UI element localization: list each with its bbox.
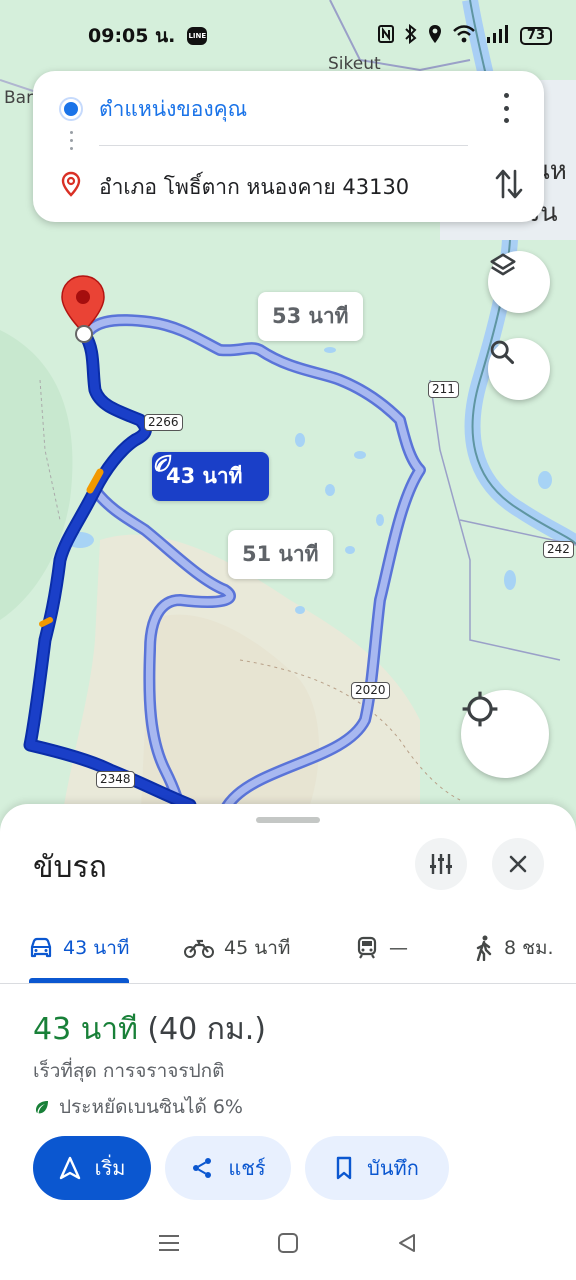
tab-drive-label: 43 นาที — [63, 937, 130, 959]
bluetooth-icon — [404, 23, 418, 49]
fields-divider — [99, 145, 468, 146]
train-icon — [357, 936, 377, 959]
battery-icon: 73 — [519, 27, 552, 45]
road-shield: 2020 — [351, 682, 390, 699]
search-icon — [490, 340, 515, 365]
tab-walk-label: 8 ชม. — [504, 937, 554, 959]
leaf-icon — [36, 1101, 48, 1114]
route-distance: (40 กม.) — [147, 1012, 266, 1047]
nfc-icon — [377, 24, 394, 48]
destination-field[interactable]: อำเภอ โพธิ์ตาก หนองคาย 43130 — [99, 171, 409, 204]
home-square-icon — [277, 1233, 298, 1253]
start-button[interactable]: เริ่ม — [33, 1136, 151, 1200]
route-connector-icon — [70, 131, 73, 155]
tab-transit[interactable]: — — [355, 922, 408, 974]
navigation-arrow-icon — [59, 1156, 80, 1180]
back-nav-button[interactable] — [396, 1232, 418, 1258]
your-location-dot-icon — [61, 99, 81, 119]
swap-button[interactable] — [494, 167, 524, 205]
walk-icon — [476, 935, 492, 961]
menu-icon — [159, 1235, 180, 1251]
location-icon — [428, 24, 442, 49]
eco-text: ประหยัดเบนซินได้ 6% — [59, 1096, 243, 1118]
start-label: เริ่ม — [94, 1156, 126, 1180]
swap-icon — [495, 169, 523, 199]
alt-route-bubble[interactable]: 51 นาที — [228, 530, 333, 579]
recents-nav-button[interactable] — [158, 1233, 180, 1257]
sheet-title: ขับรถ — [33, 850, 107, 885]
home-nav-button[interactable] — [277, 1232, 299, 1258]
share-label: แชร์ — [228, 1156, 266, 1180]
route-options-button[interactable] — [415, 838, 467, 890]
route-duration: 43 นาที — [33, 1012, 138, 1047]
back-triangle-icon — [398, 1234, 415, 1252]
motorcycle-icon — [184, 939, 214, 958]
route-eco-info: ประหยัดเบนซินได้ 6% — [33, 1092, 243, 1122]
tab-walk[interactable]: 8 ชม. — [474, 922, 554, 974]
tabs-divider — [0, 983, 576, 984]
status-bar: 09:05 น. LINE 73 — [0, 0, 576, 72]
share-icon — [193, 1158, 212, 1178]
close-button[interactable] — [492, 838, 544, 890]
line-app-icon: LINE — [187, 27, 208, 45]
road-shield: 2348 — [96, 771, 135, 788]
sliders-icon — [430, 854, 452, 874]
action-buttons: เริ่ม แชร์ บันทึก — [33, 1136, 449, 1200]
share-button[interactable]: แชร์ — [165, 1136, 291, 1200]
wifi-icon — [452, 24, 476, 48]
my-location-button[interactable] — [461, 690, 549, 778]
layers-icon — [490, 253, 516, 276]
status-time: 09:05 น. — [88, 25, 176, 47]
route-summary: 43 นาที (40 กม.) — [33, 1006, 266, 1053]
alt-route-duration: 53 นาที — [272, 304, 349, 328]
car-icon — [30, 937, 52, 958]
travel-mode-tabs: 43 นาที 45 นาที — 8 ชม. — [0, 922, 576, 984]
destination-pin-outline-icon — [61, 171, 81, 201]
primary-route-bubble[interactable]: 43 นาที — [152, 452, 269, 501]
close-icon — [509, 855, 527, 873]
origin-field[interactable]: ตำแหน่งของคุณ — [99, 93, 247, 126]
save-button[interactable]: บันทึก — [305, 1136, 449, 1200]
system-nav-bar — [0, 1210, 576, 1280]
primary-route-duration: 43 นาที — [166, 464, 243, 488]
signal-icon — [486, 24, 510, 48]
alt-route-duration: 51 นาที — [242, 542, 319, 566]
tab-drive[interactable]: 43 นาที — [29, 922, 129, 974]
sheet-drag-handle[interactable] — [256, 817, 320, 823]
directions-card: ตำแหน่งของคุณ อำเภอ โพธิ์ตาก หนองคาย 431… — [33, 71, 544, 222]
status-icons: 73 — [377, 23, 552, 49]
tab-motorcycle[interactable]: 45 นาที — [184, 922, 290, 974]
road-shield: 211 — [428, 381, 459, 398]
road-shield: 2266 — [144, 414, 183, 431]
alt-route-bubble[interactable]: 53 นาที — [258, 292, 363, 341]
tab-transit-label: — — [389, 937, 408, 959]
directions-sheet: ขับรถ 43 นาที 45 นาที — 8 ชม. 43 นาที (4… — [0, 804, 576, 1280]
search-button[interactable] — [488, 338, 550, 400]
layers-button[interactable] — [488, 251, 550, 313]
place-label: Bar — [4, 88, 34, 108]
crosshair-icon — [462, 691, 498, 727]
bookmark-icon — [336, 1156, 352, 1180]
route-subtitle: เร็วที่สุด การจราจรปกติ — [33, 1060, 225, 1082]
road-shield: 242 — [543, 541, 574, 558]
tab-motorcycle-label: 45 นาที — [224, 937, 291, 959]
save-label: บันทึก — [367, 1156, 419, 1180]
more-options-button[interactable] — [494, 93, 518, 123]
